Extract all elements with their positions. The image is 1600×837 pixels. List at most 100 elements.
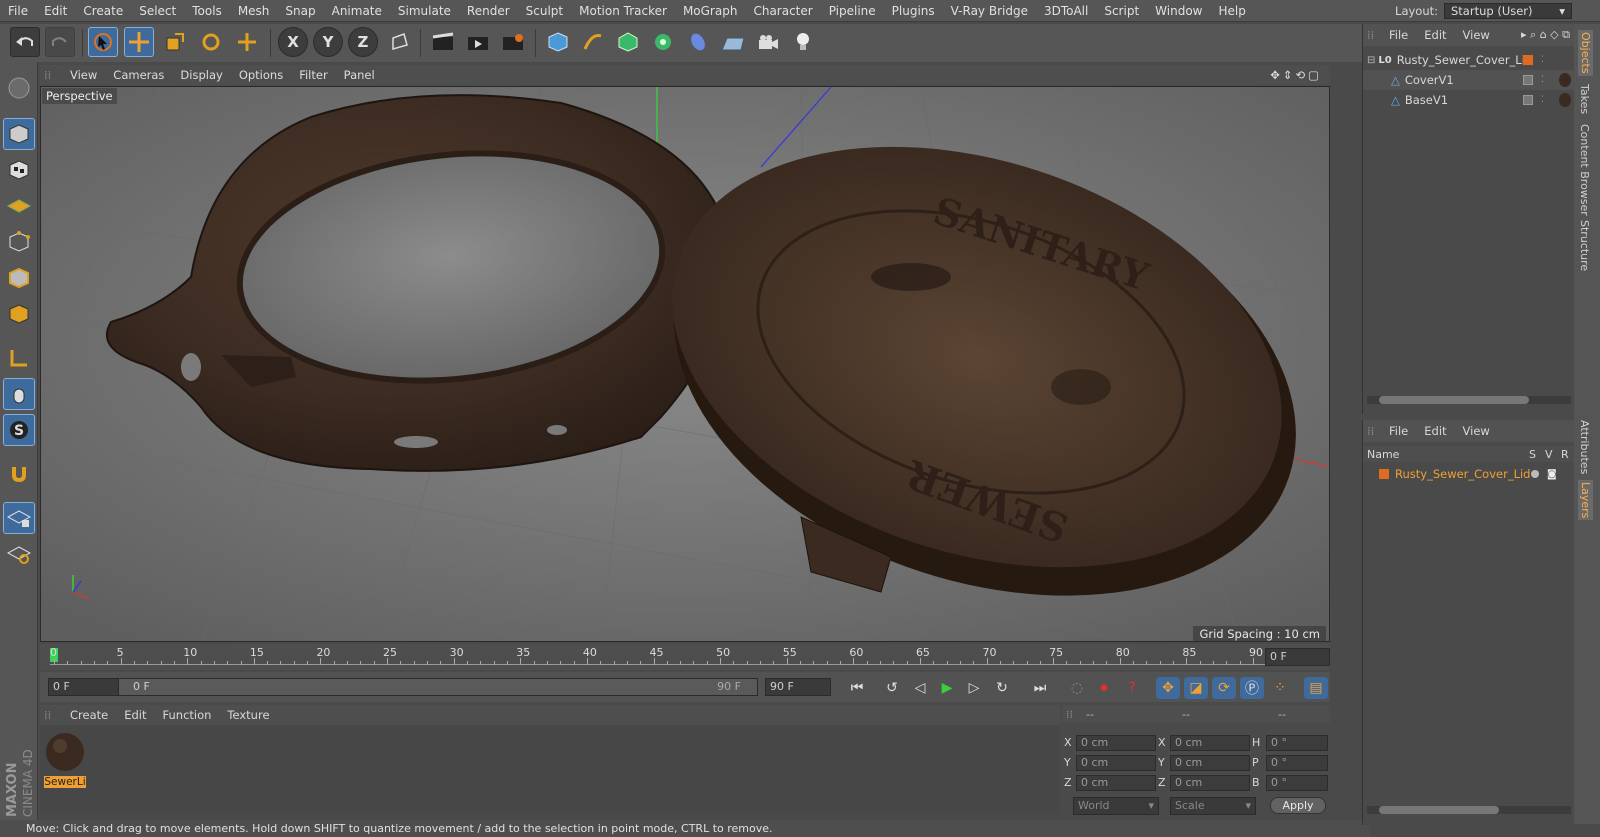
layers-menu-view[interactable]: View: [1455, 424, 1498, 438]
keyframe-mode-icon[interactable]: ◌: [1065, 677, 1089, 699]
viewport-menu-options[interactable]: Options: [231, 68, 291, 82]
viewport-menu-filter[interactable]: Filter: [291, 68, 335, 82]
tab-layers[interactable]: Layers: [1578, 480, 1593, 521]
make-editable-icon[interactable]: [3, 72, 35, 104]
play-icon[interactable]: ▶: [935, 677, 959, 699]
key-rotation-icon[interactable]: ⟳: [1212, 677, 1236, 699]
tab-structure[interactable]: Structure: [1578, 220, 1591, 271]
workplane-rotate-icon[interactable]: [3, 538, 35, 570]
rotate-tool-icon[interactable]: [196, 27, 226, 57]
subdivision-surface-icon[interactable]: [613, 27, 643, 57]
menu-render[interactable]: Render: [459, 0, 518, 22]
viewport-menu-panel[interactable]: Panel: [336, 68, 383, 82]
coord-value-field[interactable]: 0 cm: [1076, 775, 1156, 791]
coordinate-system-icon[interactable]: [385, 27, 415, 57]
object-name[interactable]: Rusty_Sewer_Cover_Lid: [1397, 53, 1532, 67]
key-scale-icon[interactable]: ◪: [1184, 677, 1208, 699]
key-position-icon[interactable]: ✥: [1156, 677, 1180, 699]
model-mode-icon[interactable]: [3, 118, 35, 150]
previous-key-icon[interactable]: ↺: [880, 677, 904, 699]
deformer-icon[interactable]: [683, 27, 713, 57]
coord-mode-dropdown[interactable]: Scale ▾: [1170, 797, 1256, 815]
cloner-icon[interactable]: [648, 27, 678, 57]
redo-button[interactable]: [45, 27, 75, 57]
render-view-icon[interactable]: [428, 27, 458, 57]
coord-system-dropdown[interactable]: World ▾: [1073, 797, 1159, 815]
polygons-mode-icon[interactable]: [3, 298, 35, 330]
horizontal-scrollbar[interactable]: [1367, 806, 1571, 814]
tab-takes[interactable]: Takes: [1578, 84, 1591, 114]
x-axis-toggle[interactable]: X: [278, 27, 308, 57]
viewport-menu-cameras[interactable]: Cameras: [105, 68, 172, 82]
render-settings-icon[interactable]: [498, 27, 528, 57]
menu-motion-tracker[interactable]: Motion Tracker: [571, 0, 675, 22]
object-name[interactable]: CoverV1: [1405, 73, 1454, 87]
z-axis-toggle[interactable]: Z: [348, 27, 378, 57]
go-to-end-icon[interactable]: ⏭: [1028, 677, 1052, 699]
material-menu-create[interactable]: Create: [62, 708, 116, 722]
3d-viewport[interactable]: SANITARY SEWER: [40, 86, 1330, 642]
layers-menu-edit[interactable]: Edit: [1416, 424, 1454, 438]
object-row-coverv1[interactable]: △ CoverV1 ⁚: [1363, 70, 1575, 90]
tab-content-browser[interactable]: Content Browser: [1578, 124, 1591, 216]
coord-value-field[interactable]: 0 cm: [1170, 735, 1250, 751]
pen-spline-icon[interactable]: [578, 27, 608, 57]
objects-menu-view[interactable]: View: [1455, 28, 1498, 42]
material-menu-edit[interactable]: Edit: [116, 708, 154, 722]
object-row-root[interactable]: ⊟ L0 Rusty_Sewer_Cover_Lid ⁚: [1363, 50, 1575, 70]
menu-character[interactable]: Character: [745, 0, 820, 22]
menu-3dtoall[interactable]: 3DToAll: [1036, 0, 1096, 22]
tab-attributes[interactable]: Attributes: [1578, 420, 1591, 474]
coord-value-field[interactable]: 0 °: [1266, 775, 1328, 791]
texture-mode-icon[interactable]: [3, 154, 35, 186]
menu-mesh[interactable]: Mesh: [230, 0, 278, 22]
y-axis-toggle[interactable]: Y: [313, 27, 343, 57]
apply-button[interactable]: Apply: [1270, 797, 1326, 814]
menu-edit[interactable]: Edit: [36, 0, 75, 22]
objects-menu-edit[interactable]: Edit: [1416, 28, 1454, 42]
tag-slot[interactable]: [1523, 95, 1533, 105]
range-slider[interactable]: 0 F 90 F: [118, 678, 758, 696]
next-key-icon[interactable]: ↻: [990, 677, 1014, 699]
horizontal-scrollbar[interactable]: [1367, 396, 1571, 404]
menu-sculpt[interactable]: Sculpt: [518, 0, 571, 22]
objects-menu-file[interactable]: File: [1381, 28, 1416, 42]
object-row-basev1[interactable]: △ BaseV1 ⁚: [1363, 90, 1575, 110]
axis-mode-icon[interactable]: [3, 342, 35, 374]
solo-toggle[interactable]: [1531, 470, 1539, 478]
autokey-icon[interactable]: ?: [1120, 677, 1144, 699]
menu-snap[interactable]: Snap: [277, 0, 323, 22]
menu-tools[interactable]: Tools: [184, 0, 230, 22]
collapse-icon[interactable]: ⊟: [1367, 55, 1375, 66]
previous-frame-icon[interactable]: ◁: [908, 677, 932, 699]
timeline-ruler[interactable]: 0 F 0 5 10 15 20 25 30 35 40 45 50 55 60 65 70 75 80 85 90: [40, 644, 1330, 670]
select-tool-icon[interactable]: [88, 27, 118, 57]
visibility-dots[interactable]: ⁚: [1541, 55, 1544, 65]
light-icon[interactable]: [788, 27, 818, 57]
viewport-menu-display[interactable]: Display: [172, 68, 230, 82]
layers-menu-file[interactable]: File: [1381, 424, 1416, 438]
material-tag-icon[interactable]: [1559, 73, 1571, 87]
start-frame-field[interactable]: 0 F: [48, 678, 120, 696]
go-to-start-icon[interactable]: ⏮: [845, 677, 869, 699]
layer-color-swatch[interactable]: [1523, 55, 1533, 65]
coord-value-field[interactable]: 0 cm: [1170, 775, 1250, 791]
menu-file[interactable]: File: [0, 0, 36, 22]
undo-button[interactable]: [10, 27, 40, 57]
coord-value-field[interactable]: 0 °: [1266, 735, 1328, 751]
menu-plugins[interactable]: Plugins: [884, 0, 943, 22]
tweak-mode-icon[interactable]: [3, 378, 35, 410]
layer-name[interactable]: Rusty_Sewer_Cover_Lid: [1395, 467, 1530, 481]
viewport-nav-icons[interactable]: ✥⇕⟲▢: [1270, 68, 1330, 82]
layout-dropdown[interactable]: Startup (User) ▾: [1444, 3, 1572, 19]
render-picture-viewer-icon[interactable]: [463, 27, 493, 57]
move-tool-icon[interactable]: [124, 27, 154, 57]
key-parameter-icon[interactable]: Ⓟ: [1240, 677, 1264, 699]
viewport-menu-view[interactable]: View: [62, 68, 105, 82]
view-toggle-icon[interactable]: ◙: [1547, 469, 1557, 480]
edges-mode-icon[interactable]: [3, 262, 35, 294]
points-mode-icon[interactable]: [3, 226, 35, 258]
magnet-icon[interactable]: [3, 458, 35, 490]
layer-row[interactable]: Rusty_Sewer_Cover_Lid ◙: [1363, 464, 1575, 484]
lock-workplane-icon[interactable]: [3, 502, 35, 534]
